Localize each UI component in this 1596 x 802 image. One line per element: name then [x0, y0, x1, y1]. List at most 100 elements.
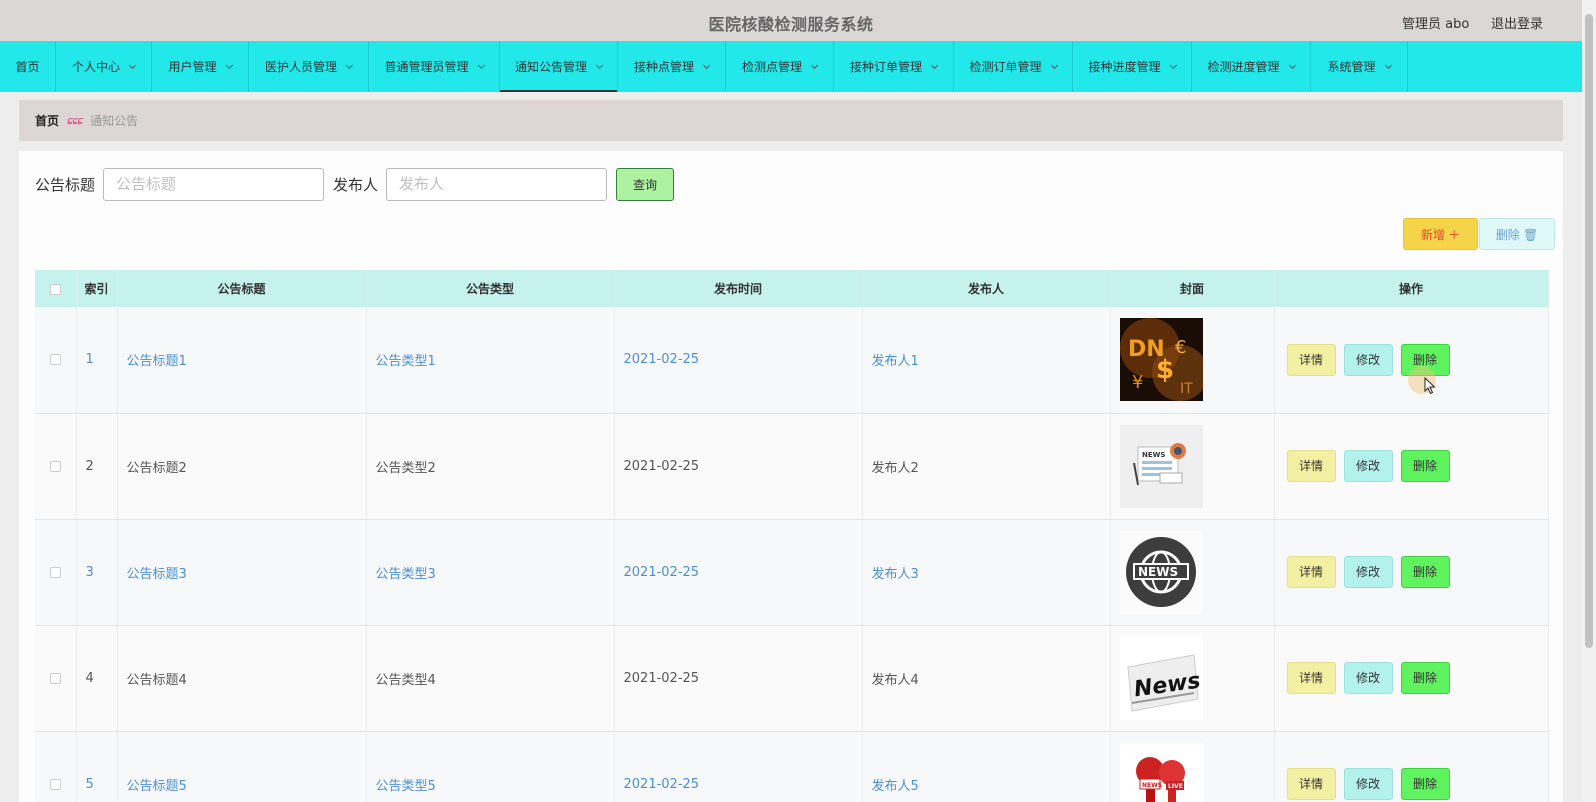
row-cover-cell: NEWS — [1110, 519, 1275, 626]
nav-item-label: 接种点管理 — [633, 60, 694, 74]
row-time[interactable]: 2021-02-25 — [614, 731, 863, 802]
top-header: 医院核酸检测服务系统 管理员 abo 退出登录 — [0, 0, 1582, 41]
nav-item-7[interactable]: 检测点管理 — [726, 41, 834, 92]
row-checkbox[interactable] — [49, 778, 61, 790]
edit-button[interactable]: 修改 — [1343, 662, 1393, 694]
row-type[interactable]: 公告类型5 — [366, 731, 615, 802]
nav-item-3[interactable]: 医护人员管理 — [249, 41, 369, 92]
nav-item-1[interactable]: 个人中心 — [56, 41, 152, 92]
breadcrumb: 首页 ɕɕɕ 通知公告 — [19, 100, 1563, 141]
row-select-cell[interactable] — [35, 731, 77, 802]
row-title: 公告标题2 — [117, 413, 367, 520]
row-time: 2021-02-25 — [614, 625, 863, 732]
table-row: 4 公告标题4 公告类型4 2021-02-25 发布人4 News 详情 修改 删除 — [35, 625, 1549, 732]
row-type[interactable]: 公告类型1 — [366, 307, 615, 414]
row-index: 3 — [76, 519, 118, 626]
nav-item-4[interactable]: 普通管理员管理 — [369, 41, 500, 92]
row-index: 4 — [76, 625, 118, 732]
nav-item-0[interactable]: 首页 — [0, 41, 56, 92]
row-publisher[interactable]: 发布人1 — [862, 307, 1111, 414]
row-checkbox[interactable] — [49, 566, 61, 578]
title-search-input[interactable] — [103, 167, 325, 201]
nav-item-label: 接种进度管理 — [1088, 60, 1161, 74]
nav-item-12[interactable]: 系统管理 — [1311, 41, 1408, 92]
nav-item-label: 普通管理员管理 — [384, 60, 469, 74]
batch-delete-button[interactable]: 删除 🗑 — [1479, 218, 1555, 250]
breadcrumb-home[interactable]: 首页 — [35, 112, 59, 129]
delete-button[interactable]: 删除 — [1400, 662, 1450, 694]
row-checkbox[interactable] — [49, 354, 61, 366]
edit-button[interactable]: 修改 — [1343, 450, 1393, 482]
chevron-down-icon — [1050, 61, 1058, 69]
nav-item-label: 医护人员管理 — [264, 60, 337, 74]
chevron-down-icon — [345, 61, 354, 69]
add-button[interactable]: 新增 ＋ — [1403, 218, 1478, 250]
row-select-cell[interactable] — [35, 413, 77, 520]
detail-button[interactable]: 详情 — [1286, 662, 1336, 694]
row-index: 1 — [76, 307, 118, 414]
row-actions: 详情 修改 删除 — [1274, 519, 1549, 626]
chevron-down-icon — [702, 61, 711, 69]
delete-button[interactable]: 删除 — [1400, 450, 1450, 482]
svg-text:LIVE: LIVE — [1168, 783, 1183, 790]
delete-button[interactable]: 删除 — [1400, 768, 1450, 800]
select-all-header[interactable] — [35, 270, 77, 307]
row-time[interactable]: 2021-02-25 — [614, 519, 863, 626]
svg-text:NEWS: NEWS — [1142, 451, 1165, 459]
row-title[interactable]: 公告标题3 — [117, 519, 367, 626]
delete-button[interactable]: 删除 — [1400, 556, 1450, 588]
row-checkbox[interactable] — [49, 672, 61, 684]
search-bar: 公告标题 发布人 查询 — [35, 167, 675, 201]
row-actions: 详情 修改 删除 — [1274, 731, 1549, 802]
edit-button[interactable]: 修改 — [1343, 343, 1393, 376]
detail-button[interactable]: 详情 — [1286, 768, 1336, 800]
detail-button[interactable]: 详情 — [1286, 556, 1336, 588]
row-checkbox[interactable] — [49, 460, 61, 472]
notice-table: 索引 公告标题 公告类型 发布时间 发布人 封面 操作 1 公告标题1 公告类型1 2… — [35, 270, 1549, 802]
chevron-down-icon — [1169, 61, 1177, 69]
row-title[interactable]: 公告标题1 — [117, 307, 367, 414]
row-title[interactable]: 公告标题5 — [117, 731, 367, 802]
detail-button[interactable]: 详情 — [1286, 450, 1336, 482]
row-time[interactable]: 2021-02-25 — [614, 307, 863, 414]
edit-button[interactable]: 修改 — [1343, 768, 1393, 800]
nav-item-label: 系统管理 — [1327, 60, 1376, 74]
nav-item-5[interactable]: 通知公告管理 — [500, 41, 618, 92]
news-paper-illustration: NEWS — [1119, 424, 1274, 508]
logout-link[interactable]: 退出登录 — [1491, 13, 1543, 32]
row-select-cell[interactable] — [35, 307, 77, 414]
row-publisher[interactable]: 发布人3 — [862, 519, 1111, 626]
row-publisher[interactable]: 发布人5 — [862, 731, 1111, 802]
main-nav: 首页 个人中心 用户管理 医护人员管理 普通管理员管理 通知公告管理 接种点管理 检测点管理 接… — [0, 41, 1582, 92]
chevron-down-icon — [477, 61, 485, 69]
edit-button[interactable]: 修改 — [1343, 556, 1393, 588]
nav-item-11[interactable]: 检测进度管理 — [1192, 41, 1311, 92]
admin-user-label: 管理员 abo — [1402, 17, 1470, 32]
nav-item-2[interactable]: 用户管理 — [152, 41, 249, 92]
query-button[interactable]: 查询 — [616, 167, 675, 201]
nav-item-9[interactable]: 检测订单管理 — [954, 41, 1073, 92]
chevron-down-icon — [595, 61, 604, 69]
row-title: 公告标题4 — [117, 625, 367, 732]
row-time: 2021-02-25 — [614, 413, 863, 520]
title-search-label: 公告标题 — [35, 175, 96, 194]
publisher-search-input[interactable] — [386, 167, 608, 201]
table-row: 2 公告标题2 公告类型2 2021-02-25 发布人2 NEWS 详情 修改 删除 — [35, 413, 1549, 520]
svg-text:¥: ¥ — [1132, 372, 1143, 393]
select-all-checkbox[interactable] — [49, 283, 61, 295]
row-type[interactable]: 公告类型3 — [366, 519, 615, 626]
nav-item-label: 首页 — [15, 60, 40, 74]
row-publisher: 发布人4 — [862, 625, 1111, 732]
scrollbar-thumb[interactable] — [1585, 14, 1593, 648]
table-header-row: 索引 公告标题 公告类型 发布时间 发布人 封面 操作 — [35, 270, 1549, 307]
row-select-cell[interactable] — [35, 519, 77, 626]
detail-button[interactable]: 详情 — [1286, 343, 1336, 376]
row-select-cell[interactable] — [35, 625, 77, 732]
nav-item-10[interactable]: 接种进度管理 — [1073, 41, 1192, 92]
svg-text:IT: IT — [1180, 381, 1193, 397]
vertical-scrollbar[interactable] — [1582, 0, 1596, 802]
news-globe-icon: NEWS — [1119, 530, 1274, 614]
nav-item-8[interactable]: 接种订单管理 — [834, 41, 954, 92]
system-title: 医院核酸检测服务系统 — [708, 15, 874, 34]
nav-item-6[interactable]: 接种点管理 — [618, 41, 726, 92]
